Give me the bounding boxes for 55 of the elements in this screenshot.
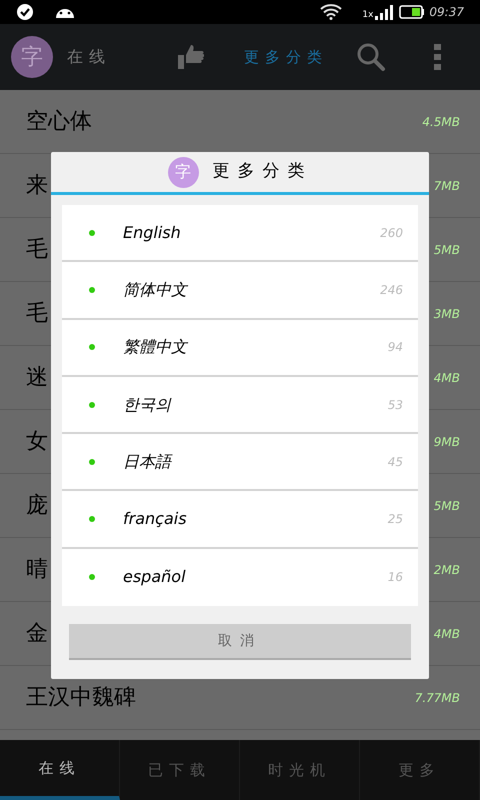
- search-icon[interactable]: [356, 42, 386, 72]
- font-name: 空心体: [26, 108, 92, 136]
- language-count: 45: [388, 454, 403, 471]
- language-count: 260: [380, 224, 403, 242]
- language-name: English: [123, 222, 182, 244]
- toolbar-title: 在线: [67, 46, 111, 68]
- language-count: 246: [380, 282, 403, 299]
- language-row[interactable]: 简体中文 246: [62, 262, 418, 320]
- cancel-button[interactable]: 取消: [69, 624, 411, 660]
- language-name: español: [123, 566, 187, 588]
- font-name: 金: [26, 620, 48, 648]
- language-row[interactable]: français 25: [62, 491, 418, 549]
- check-circle-icon: [16, 3, 34, 21]
- thumbs-up-icon[interactable]: [176, 44, 204, 70]
- overflow-menu-icon[interactable]: [434, 44, 442, 70]
- font-name: 毛: [26, 300, 48, 328]
- font-size: 2MB: [434, 562, 460, 578]
- font-name: 晴: [26, 556, 48, 584]
- battery-icon: [399, 5, 426, 19]
- language-name: 繁體中文: [123, 336, 189, 358]
- font-name: 庞: [26, 492, 48, 520]
- dialog-avatar: 字: [168, 156, 198, 188]
- font-name: 迷: [26, 364, 48, 392]
- font-size: 5MB: [434, 498, 460, 514]
- language-count: 53: [388, 396, 403, 414]
- language-row[interactable]: 繁體中文 94: [62, 320, 418, 377]
- font-size: 9MB: [434, 434, 460, 450]
- language-count: 16: [388, 569, 403, 586]
- font-size: 4.5MB: [422, 114, 460, 130]
- language-name: 한국의: [123, 394, 172, 416]
- language-name: 日本語: [123, 450, 174, 473]
- font-size: 4MB: [434, 370, 460, 386]
- dialog-title: 更多分类: [212, 160, 312, 184]
- language-row[interactable]: español 16: [62, 548, 418, 606]
- font-size: 5MB: [434, 242, 460, 258]
- language-row[interactable]: English 260: [62, 205, 418, 262]
- signal-icon: [375, 4, 394, 20]
- language-name: 简体中文: [123, 278, 189, 301]
- font-size: 3MB: [434, 306, 460, 322]
- font-name: 毛: [26, 236, 48, 264]
- font-size: 7MB: [434, 178, 460, 194]
- language-count: 25: [388, 511, 403, 528]
- language-name: français: [123, 508, 188, 530]
- font-size: 4MB: [434, 626, 460, 642]
- language-count: 94: [388, 339, 403, 356]
- font-name: 王汉中魏碑: [26, 684, 136, 712]
- language-row[interactable]: 日本語 45: [62, 434, 418, 492]
- language-row[interactable]: 한국의 53: [62, 376, 418, 434]
- clock: 09:37: [429, 4, 464, 21]
- font-name: 来: [26, 172, 48, 200]
- network-label: 1x: [362, 11, 374, 20]
- wifi-icon: [320, 4, 342, 20]
- bottom-tab[interactable]: 在线: [0, 740, 120, 800]
- font-name: 女: [26, 428, 48, 456]
- font-size: 7.77MB: [414, 690, 460, 706]
